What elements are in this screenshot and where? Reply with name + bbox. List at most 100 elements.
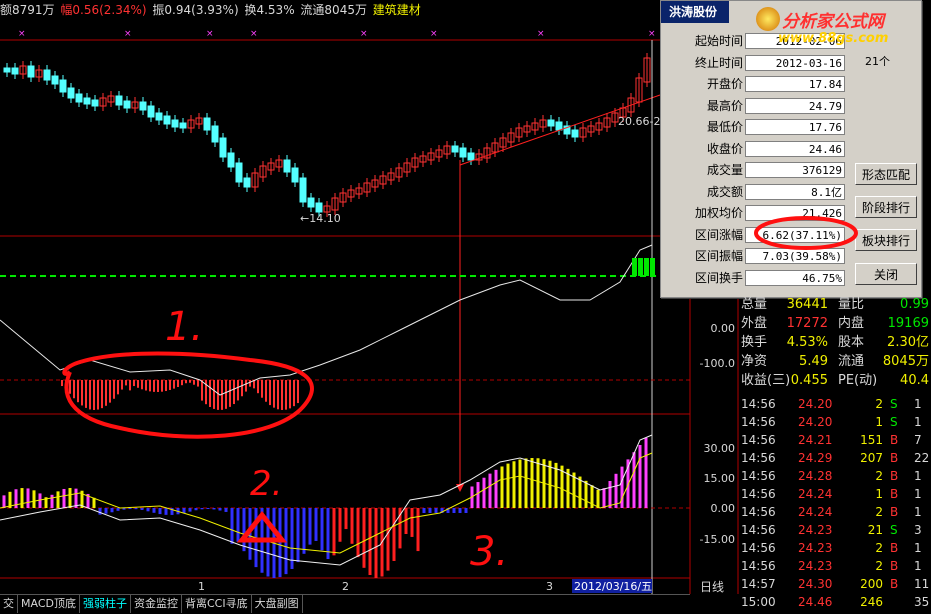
annotation-2: 2.: [250, 464, 282, 504]
trend-line: [459, 94, 661, 166]
tick-row[interactable]: 14:56 24.24 1 B 1: [738, 485, 931, 503]
tick-volume: 21: [867, 523, 883, 537]
tick-price: 24.23: [798, 541, 833, 555]
tab-macd[interactable]: MACD顶底: [18, 595, 80, 613]
tick-volume: 1: [875, 487, 883, 501]
tick-time: 15:00: [741, 595, 776, 609]
event-marker: ×: [124, 29, 132, 39]
tick-time: 14:56: [741, 451, 776, 465]
annotation-oval: [754, 216, 858, 250]
tab-strength[interactable]: 强弱柱子: [80, 595, 131, 613]
quote-row: 总量 36441 量比 0.99: [738, 296, 931, 314]
tick-price: 24.23: [798, 523, 833, 537]
green-bar: [644, 258, 649, 276]
quote-label: 量比: [838, 297, 865, 312]
dialog-field-row: 终止时间 2012-03-16: [661, 53, 845, 73]
tab-market[interactable]: 大盘副图: [252, 595, 303, 613]
quote-value: 0.99: [900, 297, 929, 312]
coin-icon: [756, 7, 780, 31]
tick-side: B: [890, 451, 899, 465]
tick-side: B: [890, 559, 899, 573]
tick-price: 24.30: [798, 577, 833, 591]
dialog-field-row: 区间换手 46.75%: [661, 268, 845, 288]
tick-row[interactable]: 15:00 24.46 246 35: [738, 593, 931, 611]
tick-count: 1: [914, 397, 922, 411]
tick-row[interactable]: 14:56 24.24 2 B 1: [738, 503, 931, 521]
watermark-url: www.88gs.com: [778, 31, 889, 46]
dialog-field-row: 成交量 376129: [661, 160, 845, 180]
tick-time: 14:57: [741, 577, 776, 591]
candle-body: [3, 67, 11, 73]
candle-body: [123, 100, 131, 109]
annotation-1: 1.: [165, 304, 203, 350]
field-value: 8.1亿: [745, 183, 845, 200]
event-marker: ×: [430, 29, 438, 39]
tick-volume: 2: [875, 559, 883, 573]
candle-body: [467, 152, 475, 161]
tick-side: B: [890, 541, 899, 555]
tick-time: 14:56: [741, 433, 776, 447]
candle-body: [227, 152, 235, 168]
tick-price: 24.24: [798, 487, 833, 501]
field-label: 成交量: [706, 163, 743, 177]
quote-value: 8045万: [882, 354, 929, 369]
tick-count: 3: [914, 523, 922, 537]
quote-value: 5.49: [799, 354, 828, 369]
dialog-title[interactable]: 洪涛股份: [661, 1, 729, 23]
header-sector[interactable]: 建筑建材: [373, 3, 421, 17]
quote-label: 净资: [741, 354, 768, 369]
watermark-name: 分析家公式网: [782, 12, 884, 32]
tick-count: 1: [914, 415, 922, 429]
quote-row: 换手 4.53% 股本 2.30亿: [738, 334, 931, 352]
close-button[interactable]: 关闭: [855, 263, 917, 285]
tick-side: S: [890, 397, 898, 411]
tick-price: 24.29: [798, 451, 833, 465]
tick-row[interactable]: 14:56 24.28 2 B 1: [738, 467, 931, 485]
stage-rank-button[interactable]: 阶段排行: [855, 196, 917, 218]
field-value: 17.76: [745, 119, 845, 135]
field-label: 终止时间: [694, 55, 743, 70]
event-marker: ×: [206, 29, 214, 39]
tick-row[interactable]: 14:56 24.20 1 S 1: [738, 413, 931, 431]
low-price-label: ←14.10: [300, 212, 341, 225]
candle-body: [459, 147, 467, 158]
tick-row[interactable]: 14:57 24.30 200 B 11: [738, 575, 931, 593]
tick-row[interactable]: 14:56 24.21 151 B 7: [738, 431, 931, 449]
quote-row: 收益(三) 0.455 PE(动) 40.4: [738, 372, 931, 390]
tick-row[interactable]: 14:56 24.23 2 B 1: [738, 539, 931, 557]
tick-time: 14:56: [741, 505, 776, 519]
pattern-match-button[interactable]: 形态匹配: [855, 163, 917, 185]
indicator-tabs: 交 MACD顶底 强弱柱子 资金监控 背离CCI寻底 大盘副图: [0, 594, 690, 614]
tick-time: 14:56: [741, 523, 776, 537]
dialog-field-row: 开盘价 17.84: [661, 74, 845, 94]
tick-volume: 151: [860, 433, 883, 447]
tab-funds[interactable]: 资金监控: [131, 595, 182, 613]
candle-body: [147, 105, 155, 118]
event-marker: ×: [648, 29, 656, 39]
green-bar: [638, 258, 643, 276]
candle-body: [115, 95, 123, 106]
tick-row[interactable]: 14:56 24.23 2 B 1: [738, 557, 931, 575]
field-label: 最高价: [706, 98, 743, 113]
tick-row[interactable]: 14:56 24.23 21 S 3: [738, 521, 931, 539]
period-label[interactable]: 日线: [700, 578, 724, 595]
axis-tick: 0.00: [711, 502, 736, 515]
tab-cci[interactable]: 背离CCI寻底: [182, 595, 252, 613]
dialog-extra: 21个: [865, 55, 890, 68]
tick-count: 1: [914, 469, 922, 483]
axis-tick: 30.00: [704, 442, 736, 455]
quote-label: 总量: [741, 297, 768, 312]
tick-time: 14:56: [741, 559, 776, 573]
field-label: 区间振幅: [694, 249, 743, 263]
tick-side: B: [890, 487, 899, 501]
tick-row[interactable]: 14:56 24.20 2 S 1: [738, 395, 931, 413]
dialog-field-row: 成交额 8.1亿: [661, 182, 845, 202]
tick-count: 1: [914, 487, 922, 501]
sector-rank-button[interactable]: 板块排行: [855, 229, 917, 251]
field-value[interactable]: 2012-03-16: [745, 54, 845, 71]
tick-row[interactable]: 14:56 24.29 207 B 22: [738, 449, 931, 467]
tick-count: 7: [914, 433, 922, 447]
kline-chart-area[interactable]: × × × × × × × × ←14.10 20.66-2 1. 2. 3. 0.00 -1…: [0, 20, 740, 594]
tab-trade[interactable]: 交: [0, 595, 18, 613]
tick-price: 24.24: [798, 505, 833, 519]
